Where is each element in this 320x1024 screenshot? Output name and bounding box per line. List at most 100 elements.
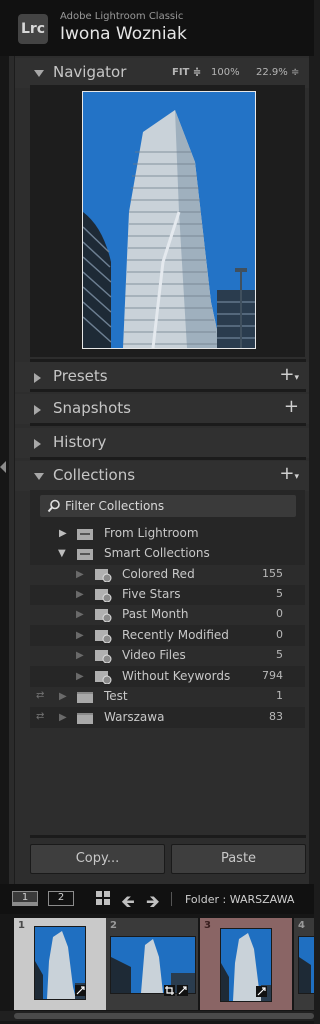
navigator-photo[interactable] (82, 91, 256, 349)
zoom-100-option[interactable]: 100% (211, 67, 240, 78)
collection-name: Past Month (122, 607, 189, 621)
collection-name: Five Stars (122, 587, 181, 601)
smart-collection-row[interactable]: ▶ Video Files 5 (30, 646, 305, 666)
arrow-icon: ▶ (76, 609, 84, 620)
sync-icon[interactable]: ⇄ (36, 690, 44, 701)
develop-settings-badge-icon (177, 985, 188, 996)
filter-collections-input[interactable]: Filter Collections (40, 495, 296, 517)
arrow-icon: ▶ (76, 671, 84, 682)
user-name[interactable]: Iwona Wozniak (60, 24, 187, 44)
history-header[interactable]: History (15, 428, 309, 458)
collection-name: Video Files (122, 648, 186, 662)
navigator-header[interactable]: Navigator FIT ≑ 100% 22.9% ≑ (15, 58, 309, 88)
smart-collection-row[interactable]: ▶ Past Month 0 (30, 605, 305, 625)
collections-title: Collections (53, 466, 136, 484)
thumbnail-image (299, 937, 314, 993)
filmstrip-scrollbar[interactable] (14, 1013, 314, 1019)
smart-collection-row[interactable]: ▶ Recently Modified 0 (30, 626, 305, 646)
collection-set-icon (77, 529, 93, 540)
source-folder-label[interactable]: Folder : WARSZAWA (185, 893, 294, 906)
collection-count: 5 (276, 587, 283, 600)
grid-icon[interactable] (96, 891, 111, 906)
add-collection-icon[interactable]: +▾ (279, 463, 299, 488)
triangle-right-icon (34, 439, 41, 449)
lrc-logo: Lrc (18, 14, 48, 44)
filmstrip-cell[interactable]: 3 (200, 918, 292, 1010)
history-title: History (53, 433, 107, 451)
crop-badge-icon (164, 985, 175, 996)
triangle-right-icon (34, 405, 41, 415)
smart-collection-row[interactable]: ▶ Colored Red 155 (30, 565, 305, 585)
smart-collection-row[interactable]: ▶ Five Stars 5 (30, 585, 305, 605)
panel-divider (30, 389, 306, 392)
arrow-icon: ▶ (76, 630, 84, 641)
snapshots-header[interactable]: Snapshots + (15, 394, 309, 424)
search-icon (47, 499, 60, 513)
collection-set-row[interactable]: ▶ From Lightroom (30, 524, 305, 544)
develop-settings-badge-icon (256, 986, 267, 997)
collection-name: Colored Red (122, 567, 195, 581)
arrow-icon: ▶ (76, 589, 84, 600)
smart-collection-icon (95, 671, 112, 684)
secondary-display-button[interactable]: 2 (48, 891, 74, 906)
collection-name: Without Keywords (122, 669, 231, 683)
panel-frame (9, 56, 14, 884)
filmstrip-cell[interactable]: 4 (294, 918, 314, 1010)
collapse-left-panel-icon[interactable] (0, 461, 6, 473)
copy-settings-button[interactable]: Copy... (30, 844, 165, 874)
arrow-icon: ▶ (59, 712, 67, 723)
add-preset-icon[interactable]: +▾ (279, 364, 299, 389)
panel-divider (30, 457, 306, 460)
panel-divider (30, 835, 306, 838)
collapse-arrow-icon[interactable]: ▼ (58, 548, 66, 559)
collection-count: 5 (276, 648, 283, 661)
develop-settings-badge-icon (75, 985, 86, 996)
navigator-title: Navigator (53, 63, 127, 81)
add-snapshot-icon[interactable]: + (284, 396, 299, 418)
sync-icon[interactable]: ⇄ (36, 711, 44, 722)
collections-header[interactable]: Collections +▾ (15, 461, 309, 491)
presets-header[interactable]: Presets +▾ (15, 362, 309, 392)
filmstrip-cell[interactable]: 2 (106, 918, 198, 1010)
zoom-fit-option[interactable]: FIT ≑ (172, 67, 201, 78)
collection-row[interactable]: ⇄ ▶ Test 1 (30, 687, 305, 707)
collection-name: Warszawa (104, 710, 165, 724)
smart-collection-icon (95, 630, 112, 643)
collection-count: 794 (262, 669, 283, 682)
primary-display-button[interactable]: 1 (12, 891, 38, 906)
collection-count: 83 (269, 710, 283, 723)
panel-divider (30, 423, 306, 426)
cell-number: 3 (204, 920, 211, 931)
paste-settings-button[interactable]: Paste (171, 844, 306, 874)
cell-number: 2 (110, 920, 117, 931)
triangle-down-icon (34, 473, 44, 480)
zoom-custom-option[interactable]: 22.9% ≑ (256, 67, 299, 78)
collection-count: 0 (276, 607, 283, 620)
collection-name: Test (104, 689, 128, 703)
collection-icon (77, 692, 93, 703)
skyscraper-photo (83, 92, 255, 348)
filmstrip-cell[interactable]: 1 (14, 918, 106, 1010)
smart-collection-icon (95, 650, 112, 663)
arrow-icon: ▶ (76, 650, 84, 661)
snapshots-title: Snapshots (53, 399, 131, 417)
cell-number: 1 (18, 920, 25, 931)
collection-icon (77, 713, 93, 724)
triangle-down-icon (34, 70, 44, 77)
collection-set-row[interactable]: ▼ Smart Collections (30, 544, 305, 564)
smart-collection-row[interactable]: ▶ Without Keywords 794 (30, 667, 305, 687)
arrow-icon: ▶ (76, 569, 84, 580)
cell-number: 4 (298, 920, 305, 931)
collection-name: Recently Modified (122, 628, 229, 642)
expand-arrow-icon[interactable]: ▶ (59, 528, 67, 539)
collection-count: 155 (262, 567, 283, 580)
app-name: Adobe Lightroom Classic (60, 11, 184, 22)
triangle-right-icon (34, 373, 41, 383)
filmstrip-toolbar: 1 2 🡸 🡺 Folder : WARSZAWA (0, 884, 314, 914)
collection-row[interactable]: ⇄ ▶ Warszawa 83 (30, 708, 305, 728)
collection-set-icon (77, 549, 93, 560)
collection-count: 1 (276, 689, 283, 702)
smart-collection-icon (95, 589, 112, 602)
thumbnail[interactable] (298, 936, 314, 994)
collection-count: 0 (276, 628, 283, 641)
